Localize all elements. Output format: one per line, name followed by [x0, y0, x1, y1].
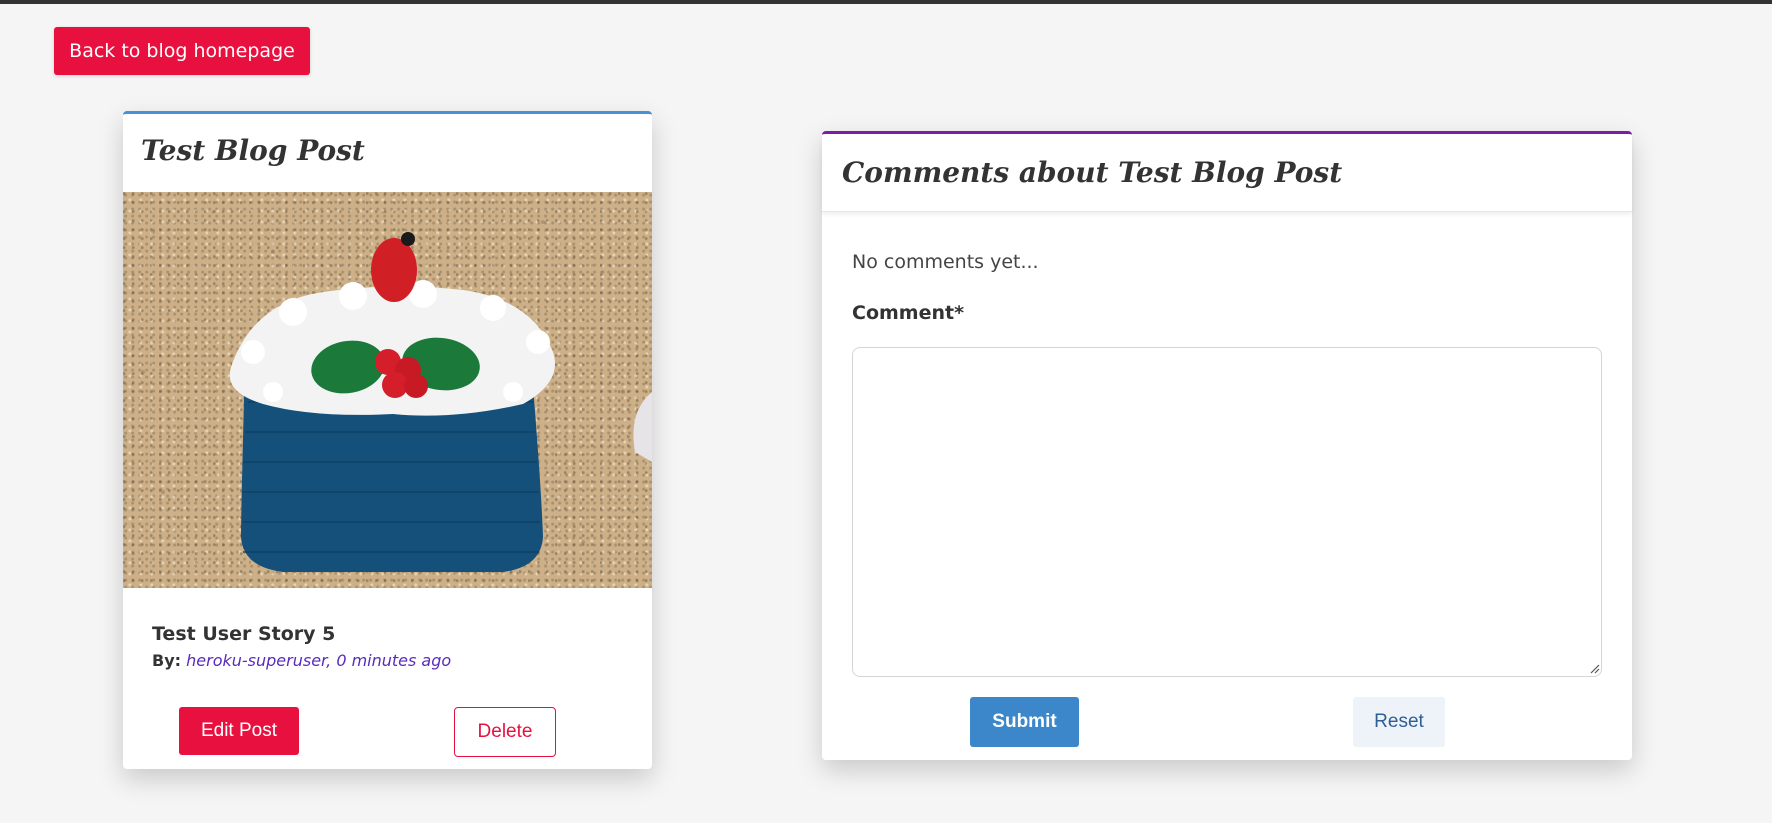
reset-comment-button[interactable]: Reset [1353, 697, 1445, 747]
no-comments-text: No comments yet... [852, 251, 1039, 273]
byline-label: By: [152, 651, 182, 670]
top-bar [0, 0, 1772, 4]
comments-title: Comments about Test Blog Post [842, 156, 1343, 189]
comment-textarea[interactable] [852, 347, 1602, 677]
resize-grip-icon[interactable] [1588, 662, 1600, 674]
submit-comment-button[interactable]: Submit [970, 697, 1079, 747]
back-to-blog-button[interactable]: Back to blog homepage [54, 27, 310, 75]
comments-card: Comments about Test Blog Post No comment… [822, 131, 1632, 760]
comment-field-label: Comment* [852, 302, 965, 324]
post-card: Test Blog Post Test User Story 5 By: her… [123, 111, 652, 769]
comments-header: Comments about Test Blog Post [822, 134, 1632, 212]
post-image [123, 192, 652, 588]
edit-post-button[interactable]: Edit Post [179, 707, 299, 755]
post-byline: By: heroku-superuser, 0 minutes ago [152, 651, 451, 670]
post-title: Test Blog Post [141, 134, 365, 167]
story-title: Test User Story 5 [152, 623, 336, 645]
byline-author-time: heroku-superuser, 0 minutes ago [186, 651, 452, 670]
delete-post-button[interactable]: Delete [454, 707, 556, 757]
